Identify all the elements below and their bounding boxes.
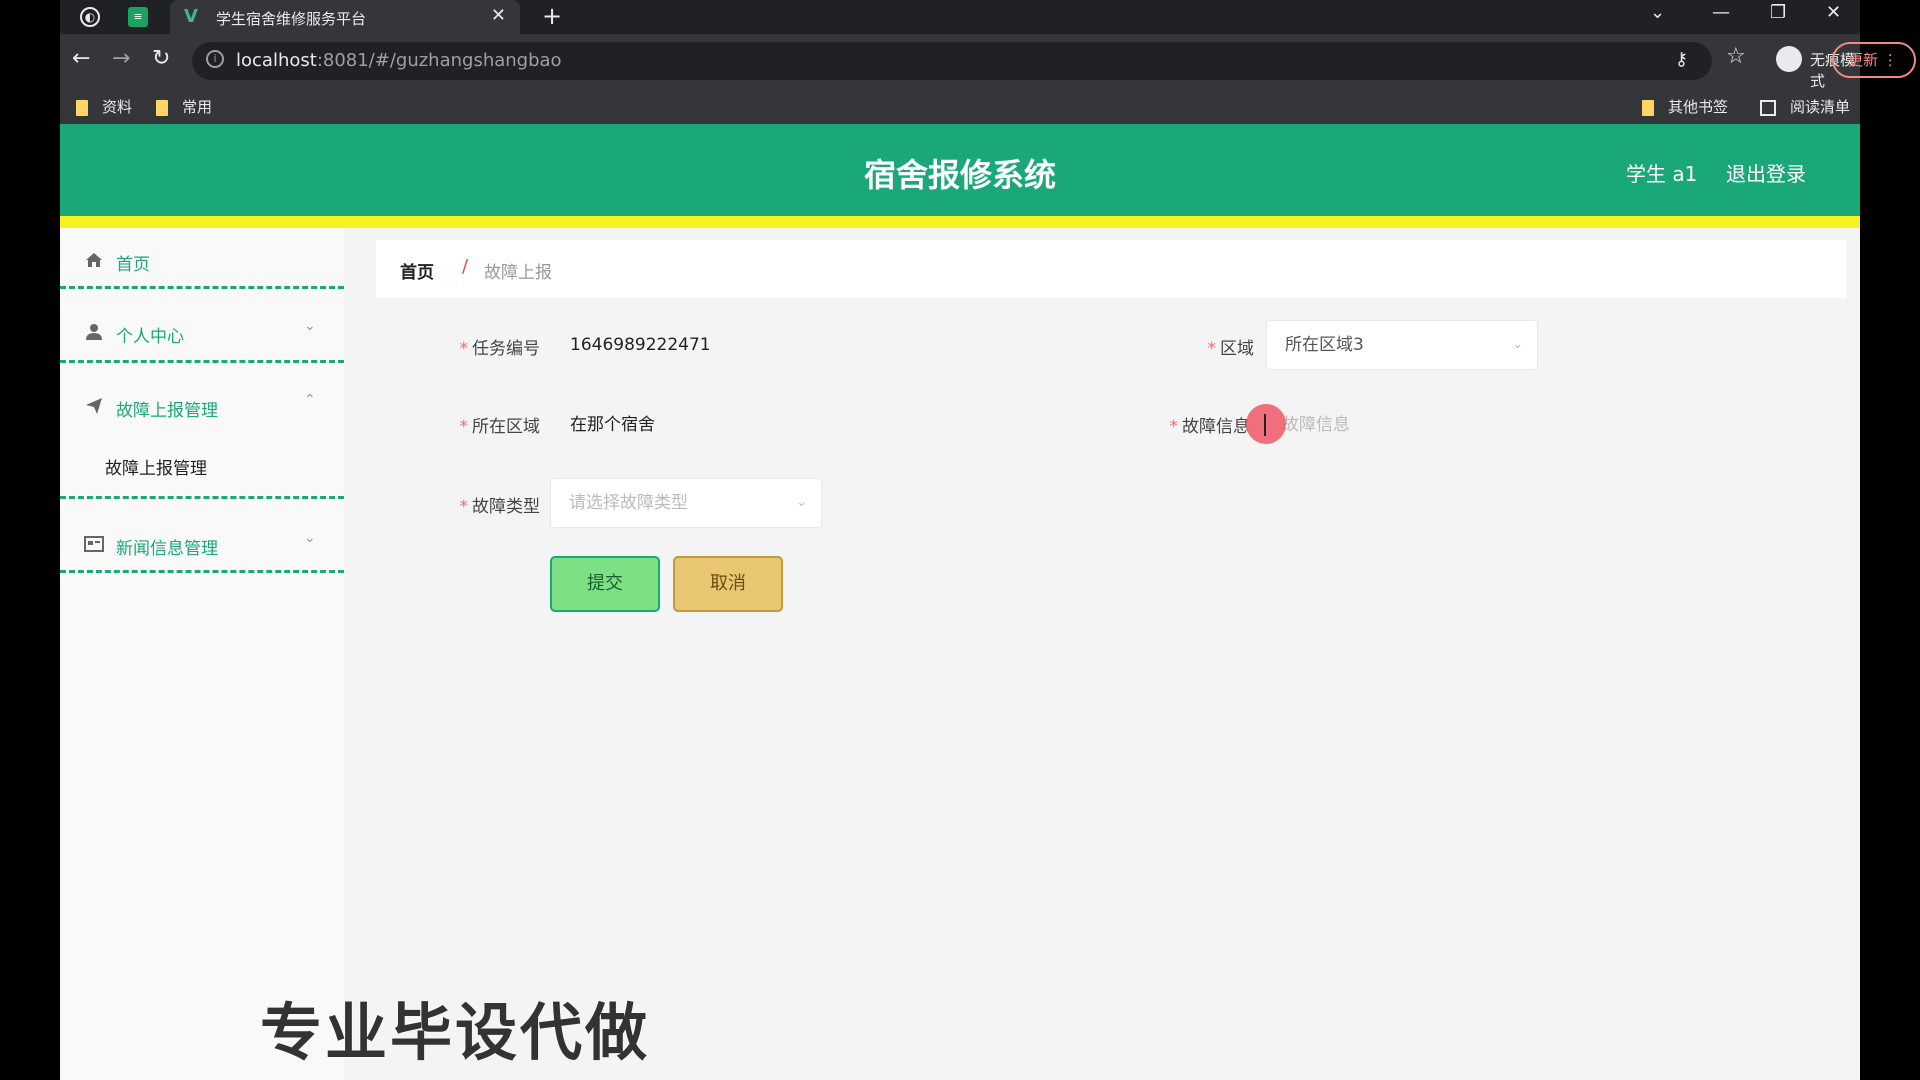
sheet-icon[interactable]: ≡ [128,7,148,27]
globe-icon[interactable]: ◐ [80,7,100,27]
url-host: localhost [236,50,317,71]
submit-button[interactable]: 提交 [550,556,660,612]
menu-divider [60,570,344,573]
bookmark-bar: 资料 常用 其他书签 阅读清单 [60,88,1860,124]
fault-info-label: * 故障信息 [1100,412,1251,437]
fault-type-placeholder: 请选择故障类型 [569,493,688,513]
fault-type-label-text: 故障类型 [472,497,540,517]
fault-info-label-text: 故障信息 [1182,417,1250,437]
location-label-text: 所在区域 [472,417,540,437]
reading-list-label: 阅读清单 [1790,98,1851,116]
other-bookmarks-label: 其他书签 [1668,98,1729,116]
chevron-down-icon: ⌄ [796,495,807,510]
required-mark: * [1169,417,1179,437]
reading-list[interactable]: 阅读清单 [1760,96,1850,117]
location-label: * 所在区域 [390,412,541,437]
bookmark-item[interactable]: 常用 [156,96,212,117]
breadcrumb-home[interactable]: 首页 [400,258,434,283]
chevron-down-icon: ⌄ [1512,337,1523,352]
required-mark: * [1207,339,1217,359]
breadcrumb: 首页 / 故障上报 [376,240,1846,298]
folder-icon [156,99,168,116]
close-window-icon[interactable]: ✕ [1826,2,1841,23]
breadcrumb-separator: / [462,256,469,277]
restore-icon[interactable]: ❐ [1770,2,1786,23]
back-icon[interactable]: ← [72,46,90,71]
menu-divider [60,286,344,289]
info-icon[interactable]: i [206,50,224,68]
news-icon [84,536,104,552]
required-mark: * [459,497,469,517]
sidebar-item-label: 新闻信息管理 [116,539,218,559]
folder-icon [76,99,88,116]
sidebar-item-label: 故障上报管理 [116,401,218,421]
other-bookmarks[interactable]: 其他书签 [1642,96,1728,117]
url-path: :8081/#/guzhangshangbao [316,50,562,71]
menu-divider [60,496,344,499]
reload-icon[interactable]: ↻ [152,46,170,71]
submenu-fault-report[interactable]: 故障上报管理 [105,454,207,479]
tab-bar: ◐ ≡ V 学生宿舍维修服务平台 ✕ + ⌄ — ❐ ✕ [60,0,1860,34]
forward-icon[interactable]: → [112,46,130,71]
key-icon[interactable]: ⚷ [1675,49,1688,70]
cancel-button[interactable]: 取消 [673,556,783,612]
area-label-text: 区域 [1220,339,1254,359]
area-select-value: 所在区域3 [1285,335,1364,355]
bookmark-star-icon[interactable]: ☆ [1726,44,1746,69]
area-label: * 区域 [1120,334,1255,359]
required-mark: * [459,417,469,437]
fault-info-field[interactable]: 故障信息 [1266,402,1556,448]
sidebar-item-fault-report[interactable]: 故障上报管理 ⌃ [60,374,344,446]
sidebar: 首页 个人中心 ⌄ 故障上报管理 ⌃ 故障上报管理 新闻信息管理 ⌄ [60,228,344,1080]
chevron-down-icon: ⌄ [304,318,316,334]
fault-type-select[interactable]: 请选择故障类型 ⌄ [550,478,822,528]
breadcrumb-current: 故障上报 [484,263,552,283]
home-icon [86,253,102,267]
current-user: 学生 a1 [1626,162,1698,186]
area-select[interactable]: 所在区域3 ⌄ [1266,320,1538,370]
tab-title: 学生宿舍维修服务平台 [216,10,367,28]
app-page: 宿舍报修系统 学生 a1 退出登录 首页 个人中心 ⌄ 故障上报管理 ⌃ 故障上… [60,124,1860,1080]
location-field[interactable]: 在那个宿舍 [554,402,1114,448]
user-icon [86,324,102,340]
app-header: 宿舍报修系统 学生 a1 退出登录 [60,124,1860,216]
header-accent-line [60,216,1860,228]
bookmark-label: 资料 [102,98,133,116]
close-tab-icon[interactable]: ✕ [491,5,506,26]
task-no-field[interactable]: 1646989222471 [554,322,1114,368]
tab-search-icon[interactable]: ⌄ [1650,2,1665,23]
sidebar-item-news[interactable]: 新闻信息管理 ⌄ [60,512,344,584]
sidebar-item-home[interactable]: 首页 [60,228,344,300]
folder-icon [1642,99,1654,116]
incognito-icon[interactable] [1776,46,1802,72]
bookmark-label: 常用 [182,98,213,116]
required-mark: * [459,339,469,359]
text-cursor-icon [1264,414,1266,436]
cursor-highlight [1246,404,1286,444]
chevron-down-icon: ⌄ [304,530,316,546]
address-bar: ← → ↻ i localhost:8081/#/guzhangshangbao… [60,34,1916,90]
fault-type-label: * 故障类型 [390,492,541,517]
url-field[interactable]: i localhost:8081/#/guzhangshangbao ⚷ [192,42,1712,80]
logout-link[interactable]: 退出登录 [1726,158,1806,187]
vue-icon: V [184,6,198,27]
minimize-icon[interactable]: — [1712,2,1730,23]
active-tab[interactable]: V 学生宿舍维修服务平台 ✕ [170,0,520,34]
update-label: 更新 [1848,51,1879,69]
bookmark-item[interactable]: 资料 [76,96,132,117]
app-title: 宿舍报修系统 [863,156,1056,194]
update-button[interactable]: 更新 ⋮ [1832,42,1916,78]
reading-list-icon [1760,99,1776,116]
task-no-label-text: 任务编号 [472,339,540,359]
chevron-up-icon: ⌃ [304,392,316,408]
sidebar-item-label: 个人中心 [116,327,184,347]
new-tab-icon[interactable]: + [542,2,562,30]
sidebar-item-label: 首页 [116,255,150,275]
menu-divider [60,360,344,363]
watermark: 专业毕设代做 [260,996,651,1069]
task-no-label: * 任务编号 [390,334,541,359]
send-icon [86,398,102,414]
